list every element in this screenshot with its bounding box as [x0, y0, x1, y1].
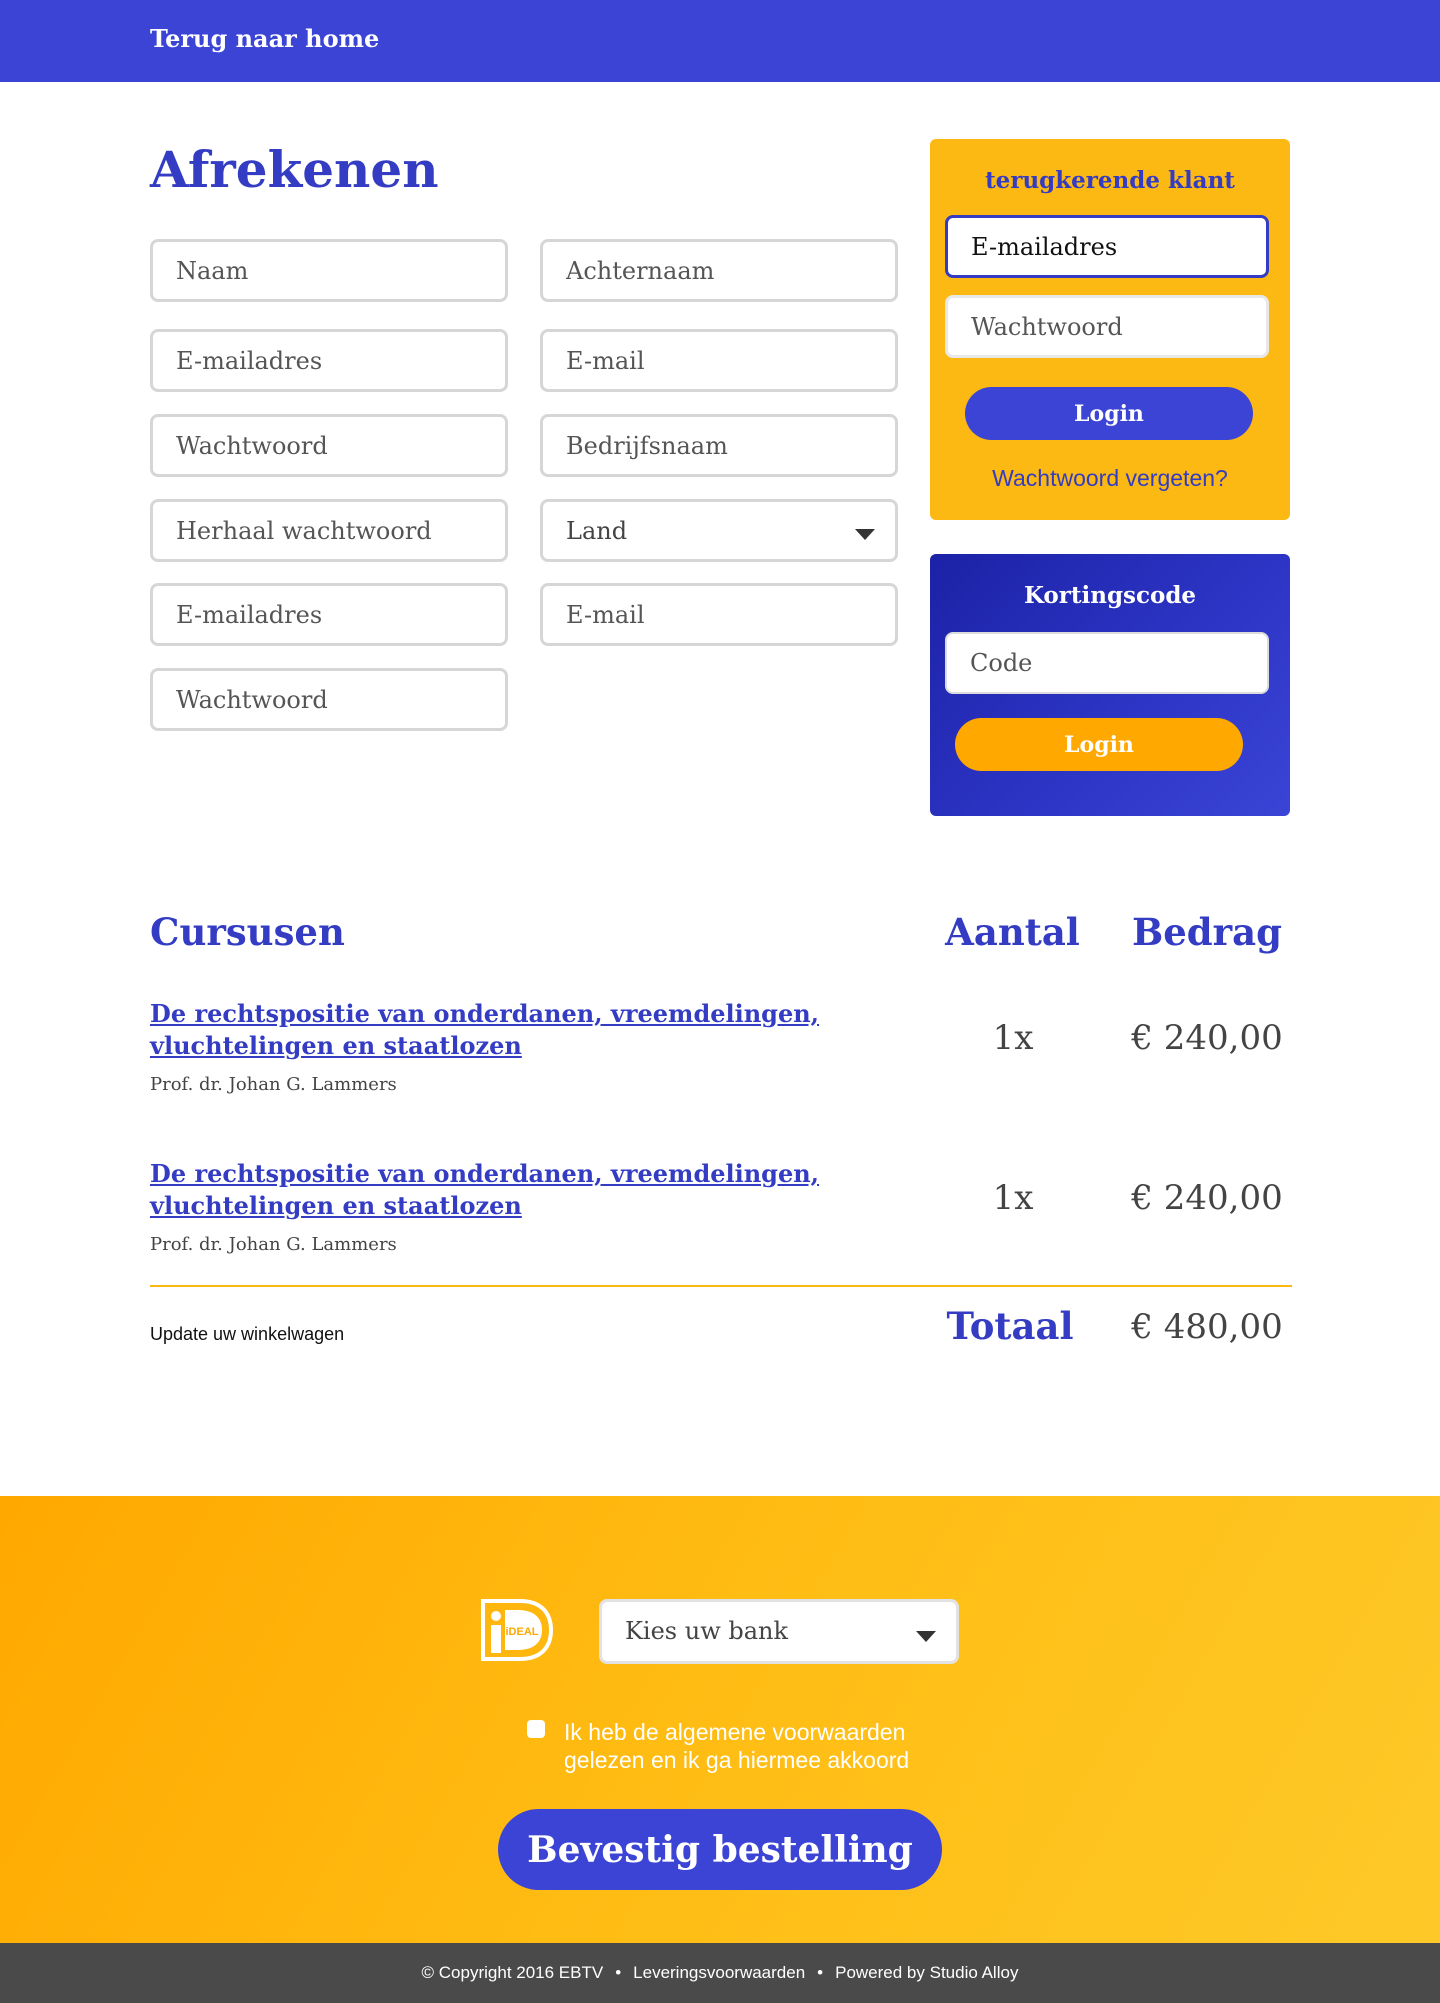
quantity-column-header: Aantal	[945, 910, 1080, 954]
login-password-field[interactable]	[945, 295, 1269, 358]
apply-discount-button[interactable]: Login	[955, 718, 1243, 771]
login-password-input[interactable]	[948, 298, 1266, 355]
password-field-2[interactable]	[150, 668, 508, 731]
footer: © Copyright 2016 EBTV • Leveringsvoorwaard…	[0, 1943, 1440, 2003]
login-email-input[interactable]	[948, 218, 1266, 275]
discount-code-field[interactable]	[945, 632, 1269, 694]
email-address-input-2[interactable]	[153, 586, 505, 643]
repeat-password-input[interactable]	[153, 502, 505, 559]
email-address-field[interactable]	[150, 329, 508, 392]
ideal-logo-text: iDEAL	[506, 1626, 539, 1638]
discount-code-panel: Kortingscode Login	[930, 554, 1290, 816]
chevron-down-icon	[855, 529, 875, 540]
item-amount: € 240,00	[1131, 1178, 1283, 1218]
repeat-password-field[interactable]	[150, 499, 508, 562]
cart-divider	[150, 1285, 1292, 1287]
item-quantity: 1x	[992, 1178, 1034, 1218]
password-field[interactable]	[150, 414, 508, 477]
terms-checkbox[interactable]	[527, 1720, 545, 1738]
total-label: Totaal	[946, 1304, 1074, 1348]
footer-separator: •	[615, 1963, 622, 1982]
email-field[interactable]	[540, 329, 898, 392]
returning-customer-panel: terugkerende klant Login Wachtwoord verg…	[930, 139, 1290, 520]
login-button[interactable]: Login	[965, 387, 1253, 440]
company-name-field[interactable]	[540, 414, 898, 477]
course-title-link[interactable]: De rechtspositie van onderdanen, vreemde…	[150, 1158, 890, 1222]
email-address-input[interactable]	[153, 332, 505, 389]
total-amount: € 480,00	[1131, 1307, 1283, 1347]
email-input[interactable]	[543, 332, 895, 389]
email-field-2[interactable]	[540, 583, 898, 646]
top-bar: Terug naar home	[0, 0, 1440, 82]
amount-column-header: Bedrag	[1131, 910, 1283, 954]
first-name-input[interactable]	[153, 242, 505, 299]
ideal-logo-icon: iDEAL	[481, 1599, 554, 1661]
country-select[interactable]: Land	[540, 499, 898, 562]
discount-code-title: Kortingscode	[1023, 582, 1197, 609]
email-address-field-2[interactable]	[150, 583, 508, 646]
course-author: Prof. dr. Johan G. Lammers	[150, 1074, 397, 1095]
country-select-value: Land	[566, 517, 628, 545]
footer-copyright: © Copyright 2016 EBTV	[421, 1963, 604, 1982]
delivery-terms-link[interactable]: Leveringsvoorwaarden	[633, 1963, 805, 1982]
password-input-2[interactable]	[153, 671, 505, 728]
item-amount: € 240,00	[1131, 1018, 1283, 1058]
last-name-input[interactable]	[543, 242, 895, 299]
back-to-home-link[interactable]: Terug naar home	[150, 24, 379, 53]
returning-customer-title: terugkerende klant	[985, 167, 1235, 194]
item-quantity: 1x	[992, 1018, 1034, 1058]
page-title: Afrekenen	[150, 140, 439, 199]
discount-code-input[interactable]	[947, 634, 1267, 692]
course-author: Prof. dr. Johan G. Lammers	[150, 1234, 397, 1255]
login-email-field[interactable]	[945, 215, 1269, 278]
terms-label[interactable]: Ik heb de algemene voorwaarden gelezen e…	[564, 1718, 964, 1774]
payment-section: iDEAL Kies uw bank Ik heb de algemene vo…	[0, 1496, 1440, 1943]
bank-select-value: Kies uw bank	[625, 1617, 789, 1645]
courses-column-header: Cursusen	[150, 910, 345, 954]
course-title-link[interactable]: De rechtspositie van onderdanen, vreemde…	[150, 998, 890, 1062]
confirm-order-button[interactable]: Bevestig bestelling	[498, 1809, 942, 1890]
company-name-input[interactable]	[543, 417, 895, 474]
chevron-down-icon	[916, 1631, 936, 1642]
powered-by-link[interactable]: Powered by Studio Alloy	[835, 1963, 1018, 1982]
email-input-2[interactable]	[543, 586, 895, 643]
first-name-field[interactable]	[150, 239, 508, 302]
forgot-password-link[interactable]: Wachtwoord vergeten?	[930, 465, 1290, 492]
footer-separator: •	[817, 1963, 824, 1982]
last-name-field[interactable]	[540, 239, 898, 302]
update-cart-link[interactable]: Update uw winkelwagen	[150, 1324, 344, 1345]
bank-select[interactable]: Kies uw bank	[599, 1599, 959, 1664]
password-input[interactable]	[153, 417, 505, 474]
